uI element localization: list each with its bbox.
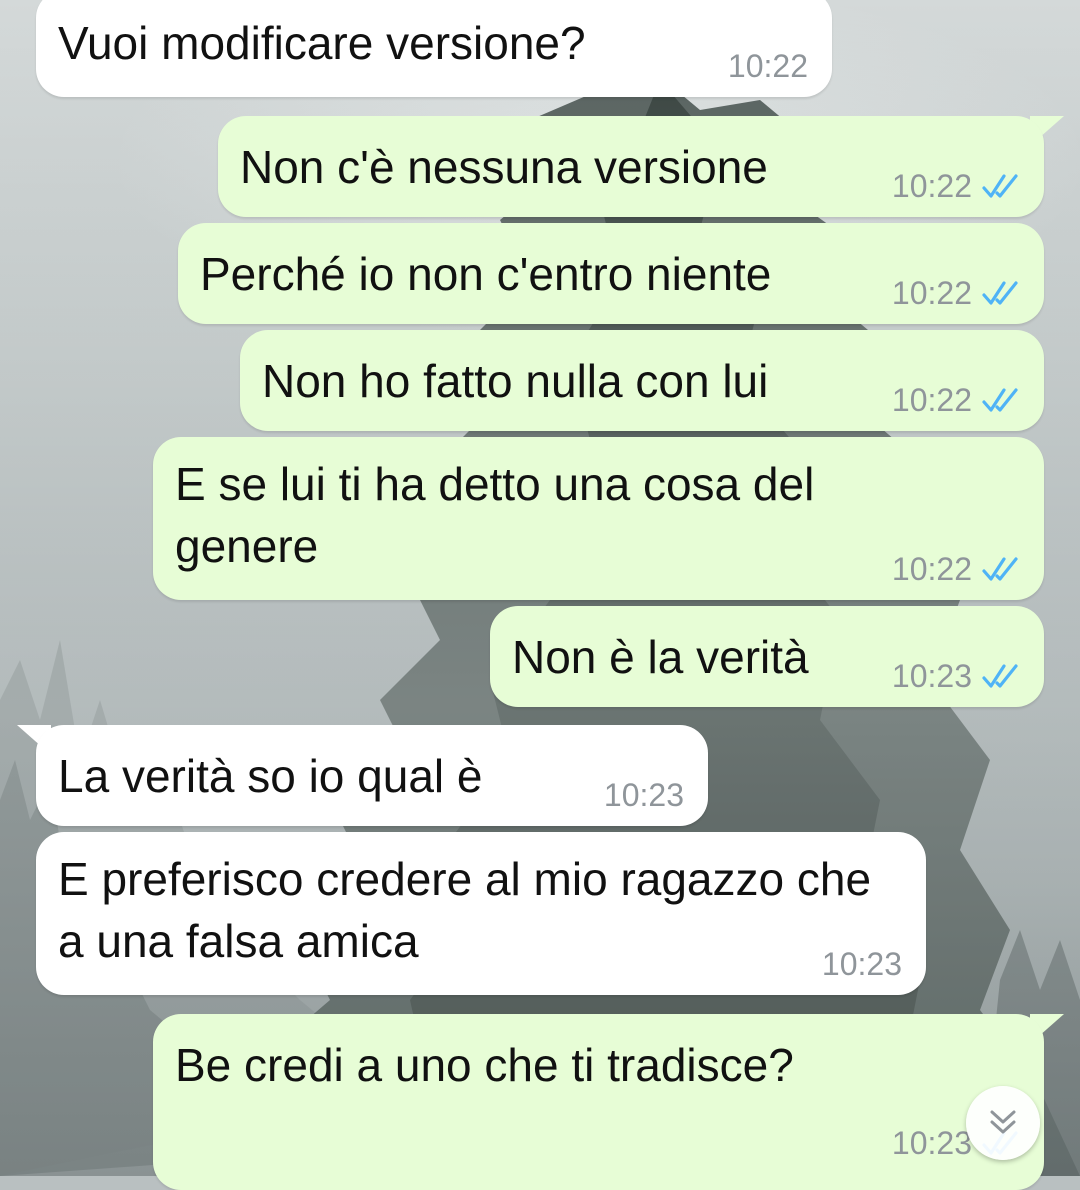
- read-ticks-icon: [982, 664, 1018, 688]
- read-ticks-icon: [982, 281, 1018, 305]
- message-text: La verità so io qual è: [58, 750, 483, 802]
- message-text: Vuoi modificare versione?: [58, 17, 586, 69]
- message-time: 10:23: [603, 777, 684, 813]
- message-text: E preferisco credere al mio ragazzo che …: [58, 853, 884, 967]
- message-time: 10:22: [891, 168, 972, 204]
- message-meta: 10:22: [728, 49, 808, 83]
- scroll-to-bottom-button[interactable]: [966, 1086, 1040, 1160]
- message-bubble-outgoing[interactable]: Non ho fatto nulla con lui 10:22: [240, 330, 1044, 431]
- message-bubble-incoming[interactable]: La verità so io qual è 10:23: [36, 725, 708, 826]
- read-ticks-icon: [982, 174, 1018, 198]
- message-bubble-outgoing[interactable]: Be credi a uno che ti tradisce? 10:23: [153, 1014, 1044, 1190]
- message-text: Be credi a uno che ti tradisce?: [175, 1039, 794, 1091]
- message-bubble-incoming[interactable]: E preferisco credere al mio ragazzo che …: [36, 832, 926, 995]
- message-meta: 10:23: [892, 659, 1022, 693]
- message-time: 10:23: [891, 1125, 972, 1161]
- message-bubble-outgoing[interactable]: E se lui ti ha detto una cosa del genere…: [153, 437, 1044, 600]
- message-meta: 10:23: [822, 947, 902, 981]
- message-time: 10:23: [821, 946, 902, 982]
- read-ticks-icon: [982, 557, 1018, 581]
- message-time: 10:23: [891, 658, 972, 694]
- message-time: 10:22: [727, 48, 808, 84]
- message-bubble-outgoing[interactable]: Non è la verità 10:23: [490, 606, 1044, 707]
- message-meta: 10:22: [892, 169, 1022, 203]
- message-bubble-incoming[interactable]: Vuoi modificare versione? 10:22: [36, 0, 832, 97]
- message-time: 10:22: [891, 551, 972, 587]
- double-chevron-down-icon: [990, 1110, 1016, 1134]
- message-time: 10:22: [891, 382, 972, 418]
- message-meta: 10:22: [892, 552, 1022, 586]
- message-text: E se lui ti ha detto una cosa del genere: [175, 458, 828, 572]
- message-bubble-outgoing[interactable]: Perché io non c'entro niente 10:22: [178, 223, 1044, 324]
- read-ticks-icon: [982, 388, 1018, 412]
- message-bubble-outgoing[interactable]: Non c'è nessuna versione 10:22: [218, 116, 1044, 217]
- message-meta: 10:23: [604, 778, 684, 812]
- message-meta: 10:22: [892, 276, 1022, 310]
- message-time: 10:22: [891, 275, 972, 311]
- message-meta: 10:22: [892, 383, 1022, 417]
